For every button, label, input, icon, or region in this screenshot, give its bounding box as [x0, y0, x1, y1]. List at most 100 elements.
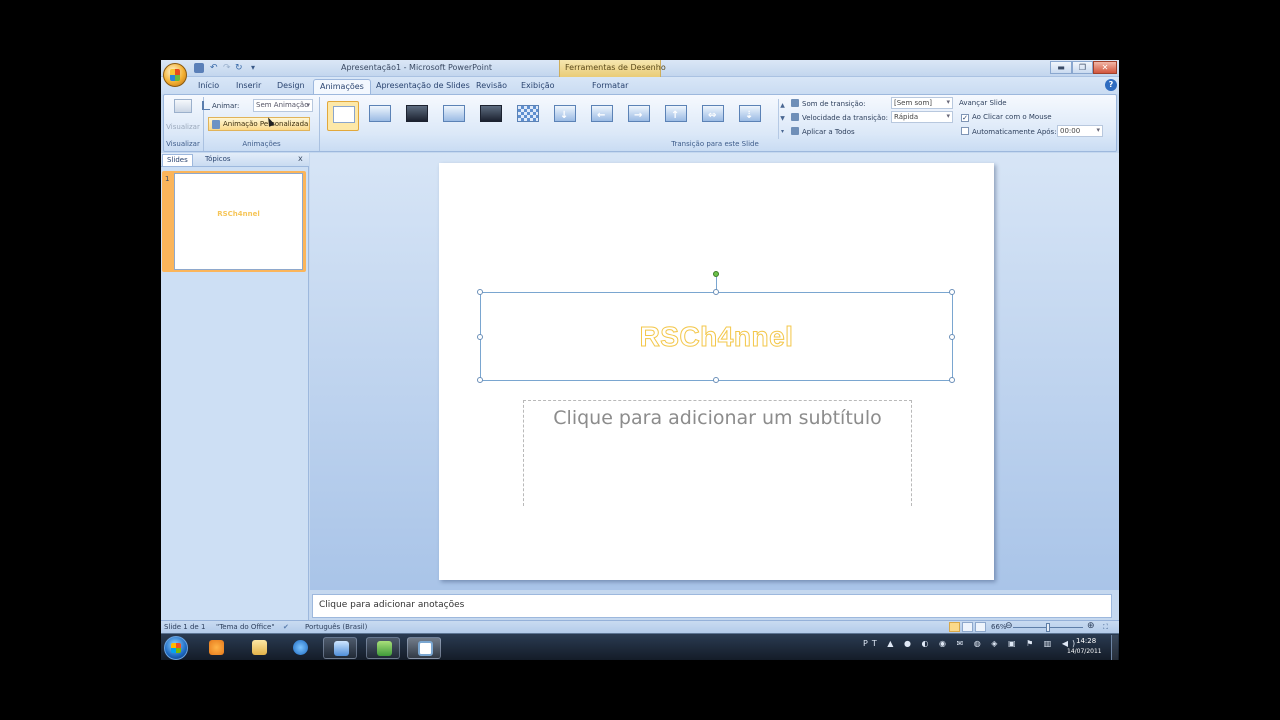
zoom-slider-knob[interactable] — [1046, 623, 1050, 632]
resize-handle[interactable] — [713, 289, 719, 295]
close-button[interactable]: ✕ — [1093, 61, 1117, 74]
transition-fade-black[interactable] — [401, 101, 433, 131]
normal-view-button[interactable] — [949, 622, 960, 632]
velocidade-dropdown[interactable]: Rápida — [891, 111, 953, 123]
animacao-personalizada-button[interactable]: Animação Personalizada — [208, 117, 310, 131]
tab-animacoes[interactable]: Animações — [313, 79, 371, 94]
spellcheck-icon[interactable]: ✔ — [283, 623, 289, 631]
automaticamente-checkbox[interactable]: Automaticamente Após: — [961, 127, 1057, 136]
tab-formatar[interactable]: Formatar — [586, 79, 634, 94]
media-player-taskbar[interactable] — [199, 637, 233, 659]
slide-title[interactable]: RSCh4nnel — [481, 321, 952, 353]
resize-handle[interactable] — [949, 334, 955, 340]
customize-qat-icon[interactable]: ▾ — [251, 63, 261, 73]
powerpoint-taskbar[interactable] — [407, 637, 441, 659]
automaticamente-time-input[interactable]: 00:00 — [1057, 125, 1103, 137]
resize-handle[interactable] — [477, 334, 483, 340]
animar-dropdown[interactable]: Sem Animação — [253, 99, 313, 112]
ao-clicar-checkbox[interactable]: ✓ Ao Clicar com o Mouse — [961, 113, 1052, 122]
transition-wipe-up[interactable]: ↑ — [660, 101, 692, 131]
help-icon[interactable]: ? — [1105, 79, 1117, 91]
minimize-button[interactable]: ▬ — [1050, 61, 1072, 74]
slide-number: 1 — [165, 175, 170, 183]
close-panel-icon[interactable]: x — [298, 154, 303, 163]
ribbon-tabs: Início Inserir Design Animações Apresent… — [161, 77, 1119, 94]
arrow-left-icon: ← — [597, 110, 606, 121]
redo-icon[interactable]: ↷ — [223, 63, 233, 73]
group-label-visualizar: Visualizar — [166, 140, 200, 148]
transition-wipe-right[interactable]: → — [623, 101, 655, 131]
app-taskbar-2[interactable] — [366, 637, 400, 659]
show-desktop-button[interactable] — [1111, 635, 1118, 660]
window-title: Apresentação1 - Microsoft PowerPoint — [341, 63, 493, 72]
zoom-in-icon[interactable]: ⊕ — [1087, 621, 1095, 631]
transition-wipe-down[interactable]: ↓ — [549, 101, 581, 131]
resize-handle[interactable] — [477, 289, 483, 295]
sound-icon — [791, 99, 799, 107]
tab-slides[interactable]: Slides — [162, 154, 193, 166]
language[interactable]: Português (Brasil) — [305, 623, 367, 631]
tab-inserir[interactable]: Inserir — [230, 79, 267, 94]
gallery-more-icon[interactable]: ▾ — [779, 125, 786, 138]
transition-cut-black[interactable] — [475, 101, 507, 131]
tab-topicos[interactable]: Tópicos — [201, 154, 235, 166]
transition-cut[interactable] — [438, 101, 470, 131]
ribbon: Visualizar Visualizar Animar: Sem Animaç… — [163, 94, 1117, 152]
subtitle-placeholder-text[interactable]: Clique para adicionar um subtítulo — [524, 407, 911, 429]
checkbox-checked-icon: ✓ — [961, 114, 969, 122]
slide-count: Slide 1 de 1 — [164, 623, 206, 631]
resize-handle[interactable] — [477, 377, 483, 383]
fit-window-icon[interactable]: ⛶ — [1103, 623, 1108, 632]
clock-date[interactable]: 14/07/2011 — [1067, 648, 1102, 655]
tab-design[interactable]: Design — [271, 79, 311, 94]
aplicar-todos-button[interactable]: Aplicar a Todos — [791, 127, 855, 136]
tab-inicio[interactable]: Início — [192, 79, 225, 94]
title-placeholder[interactable]: RSCh4nnel — [477, 289, 955, 383]
zoom-out-icon[interactable]: ⊖ — [1005, 621, 1013, 631]
drawing-tools-label: Ferramentas de Desenho — [565, 63, 666, 72]
slide[interactable]: RSCh4nnel Clique para adicionar um subtí… — [439, 163, 994, 580]
office-button[interactable] — [163, 63, 187, 87]
tab-apresentacao[interactable]: Apresentação de Slides — [370, 79, 476, 94]
transition-split-vertical[interactable]: ⇣ — [734, 101, 766, 131]
velocidade-label: Velocidade da transição: — [791, 113, 888, 122]
office-logo-icon — [170, 69, 180, 81]
slide-sorter-button[interactable] — [962, 622, 973, 632]
maximize-button[interactable]: ❐ — [1072, 61, 1093, 74]
tab-revisao[interactable]: Revisão — [470, 79, 513, 94]
repeat-icon[interactable]: ↻ — [235, 63, 245, 73]
tab-exibicao[interactable]: Exibição — [515, 79, 561, 94]
internet-explorer-taskbar[interactable] — [283, 637, 317, 659]
explorer-taskbar[interactable] — [242, 637, 276, 659]
clock-time[interactable]: 14:28 — [1076, 637, 1096, 645]
transition-none[interactable] — [327, 101, 359, 131]
arrow-up-icon: ↑ — [671, 110, 680, 121]
resize-handle[interactable] — [949, 377, 955, 383]
start-button[interactable] — [164, 636, 188, 660]
visualizar-button[interactable]: Visualizar — [166, 97, 200, 137]
transition-split[interactable]: ⇔ — [697, 101, 729, 131]
resize-handle[interactable] — [949, 289, 955, 295]
notes-placeholder[interactable]: Clique para adicionar anotações — [319, 600, 464, 610]
gallery-up-icon[interactable]: ▲ — [779, 99, 786, 112]
apply-all-icon — [791, 127, 799, 135]
notes-pane[interactable]: Clique para adicionar anotações — [312, 594, 1112, 618]
undo-icon[interactable]: ↶ — [210, 63, 220, 73]
transition-dissolve[interactable] — [512, 101, 544, 131]
system-tray[interactable]: PT ▲ ● ◐ ◉ ✉ ◍ ◈ ▣ ⚑ ▥ ◀) — [863, 639, 1079, 655]
slideshow-button[interactable] — [975, 622, 986, 632]
subtitle-placeholder[interactable]: Clique para adicionar um subtítulo — [523, 400, 912, 506]
checkbox-icon — [961, 127, 969, 135]
transition-wipe-left[interactable]: ← — [586, 101, 618, 131]
resize-handle[interactable] — [713, 377, 719, 383]
transition-fade-smooth[interactable] — [364, 101, 396, 131]
folder-icon — [252, 640, 267, 655]
avancar-slide-title: Avançar Slide — [959, 99, 1007, 107]
som-transicao-dropdown[interactable]: [Sem som] — [891, 97, 953, 109]
animar-label: Animar: — [212, 102, 240, 110]
app-taskbar-1[interactable] — [323, 637, 357, 659]
save-icon[interactable] — [194, 63, 204, 73]
slide-thumbnail[interactable]: RSCh4nnel — [174, 173, 303, 270]
gallery-down-icon[interactable]: ▼ — [779, 112, 786, 125]
gallery-scrollbar[interactable]: ▲ ▼ ▾ — [778, 99, 786, 139]
